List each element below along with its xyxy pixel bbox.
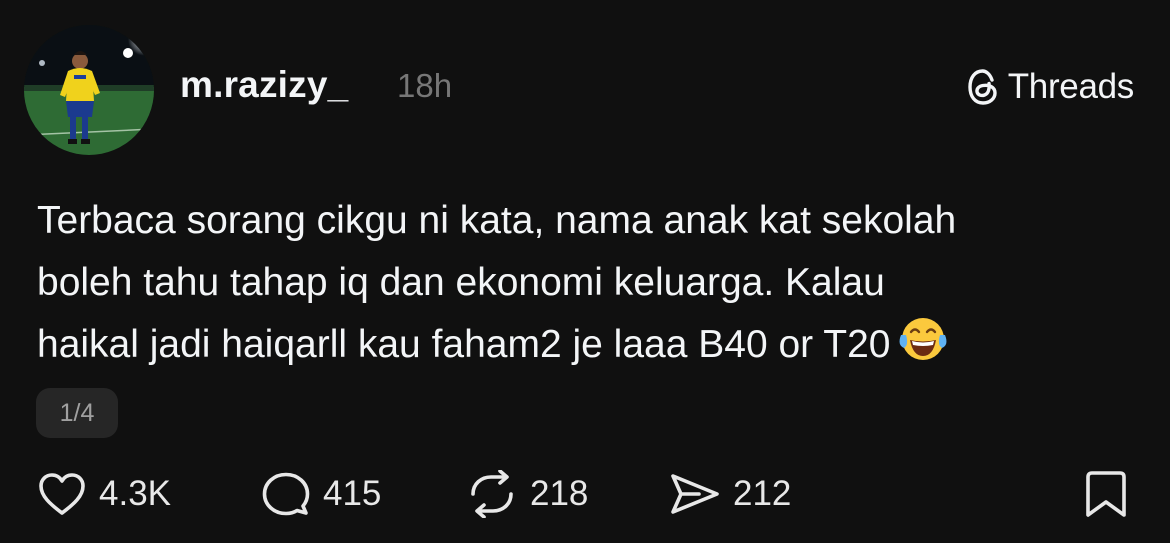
like-button[interactable]: 4.3K [37, 468, 171, 520]
post-card: m.razizy_ 18h Threads Terbaca sorang cik… [0, 0, 1170, 543]
post-actions-bar: 4.3K 415 218 212 [0, 468, 1170, 520]
save-button[interactable] [1084, 468, 1128, 520]
threads-logo-icon [968, 69, 997, 105]
tears-of-joy-emoji [897, 315, 949, 382]
reply-button[interactable]: 415 [261, 468, 381, 520]
post-text-line: haikal jadi haiqarll kau faham2 je laaa … [37, 323, 891, 366]
post-timestamp: 18h [397, 67, 453, 104]
carousel-page-indicator: 1/4 [36, 388, 118, 438]
send-icon [671, 474, 719, 514]
reply-count: 415 [323, 474, 382, 513]
comment-icon [262, 472, 310, 516]
post-body: Terbaca sorang cikgu ni kata, nama anak … [37, 190, 1137, 382]
avatar[interactable] [24, 25, 154, 155]
like-count: 4.3K [99, 474, 171, 513]
heart-icon [39, 473, 85, 515]
repost-icon [471, 470, 513, 518]
share-button[interactable]: 212 [669, 468, 791, 520]
avatar-photo [24, 25, 154, 155]
username[interactable]: m.razizy_ [180, 64, 348, 106]
post-text-line: boleh tahu tahap iq dan ekonomi keluarga… [37, 261, 885, 304]
repost-button[interactable]: 218 [466, 468, 588, 520]
post-text-line: Terbaca sorang cikgu ni kata, nama anak … [37, 199, 957, 242]
threads-brand: Threads [966, 67, 1134, 107]
repost-count: 218 [530, 474, 589, 513]
threads-brand-label: Threads [1007, 67, 1135, 106]
share-count: 212 [733, 474, 792, 513]
bookmark-icon [1086, 471, 1126, 517]
